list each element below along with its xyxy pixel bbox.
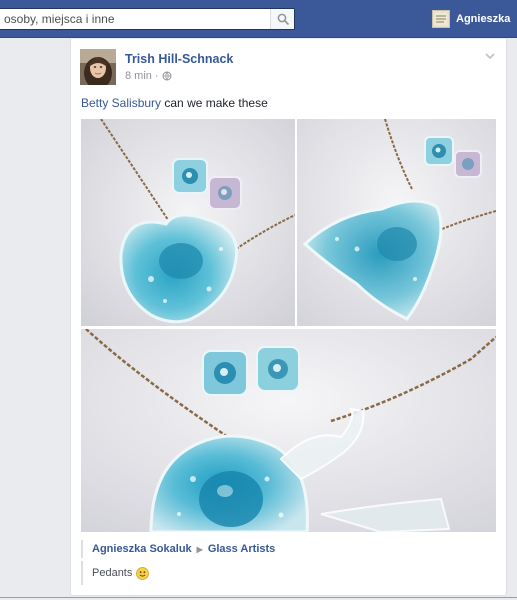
shared-by-link[interactable]: Agnieszka Sokaluk [92,543,192,555]
left-gutter [0,39,70,600]
post-message: Betty Salisbury can we make these [81,96,268,110]
whale-pendant-photo[interactable] [81,329,496,532]
search-box [0,8,295,30]
heart-pendant-photo[interactable] [81,119,295,326]
author-avatar-image [80,49,116,85]
meta-separator: · [154,70,159,82]
profile-avatar [432,10,450,28]
smiley-icon [136,566,150,580]
feed-post: Trish Hill-Schnack 8 min · Betty Salisbu… [70,39,507,596]
fish-pendant-photo[interactable] [297,119,496,326]
heart-pendant-image [81,119,295,326]
post-author-name[interactable]: Trish Hill-Schnack [125,52,233,66]
post-message-text: can we make these [161,96,268,110]
comment-preview: Pedants [81,561,150,585]
share-attribution: Agnieszka Sokaluk ▶ Glass Artists [81,540,275,558]
search-icon [277,13,289,25]
share-arrow-icon: ▶ [196,544,203,554]
top-bar: Agnieszka [0,0,517,38]
search-input[interactable] [0,9,268,29]
bottom-divider [0,597,517,598]
profile-avatar-icon [435,13,447,25]
mentioned-user-link[interactable]: Betty Salisbury [81,96,161,110]
post-options-chevron-icon[interactable] [483,49,497,63]
author-avatar[interactable] [80,49,116,85]
comment-text: Pedants [92,567,133,579]
fish-pendant-image [297,119,496,326]
profile-name: Agnieszka [456,13,511,25]
globe-icon [162,71,172,81]
search-button[interactable] [270,9,294,29]
post-meta: 8 min · [125,70,172,82]
post-timestamp[interactable]: 8 min [125,70,152,82]
group-link[interactable]: Glass Artists [208,543,275,555]
whale-pendant-image [81,329,496,532]
profile-link[interactable]: Agnieszka [432,9,510,29]
